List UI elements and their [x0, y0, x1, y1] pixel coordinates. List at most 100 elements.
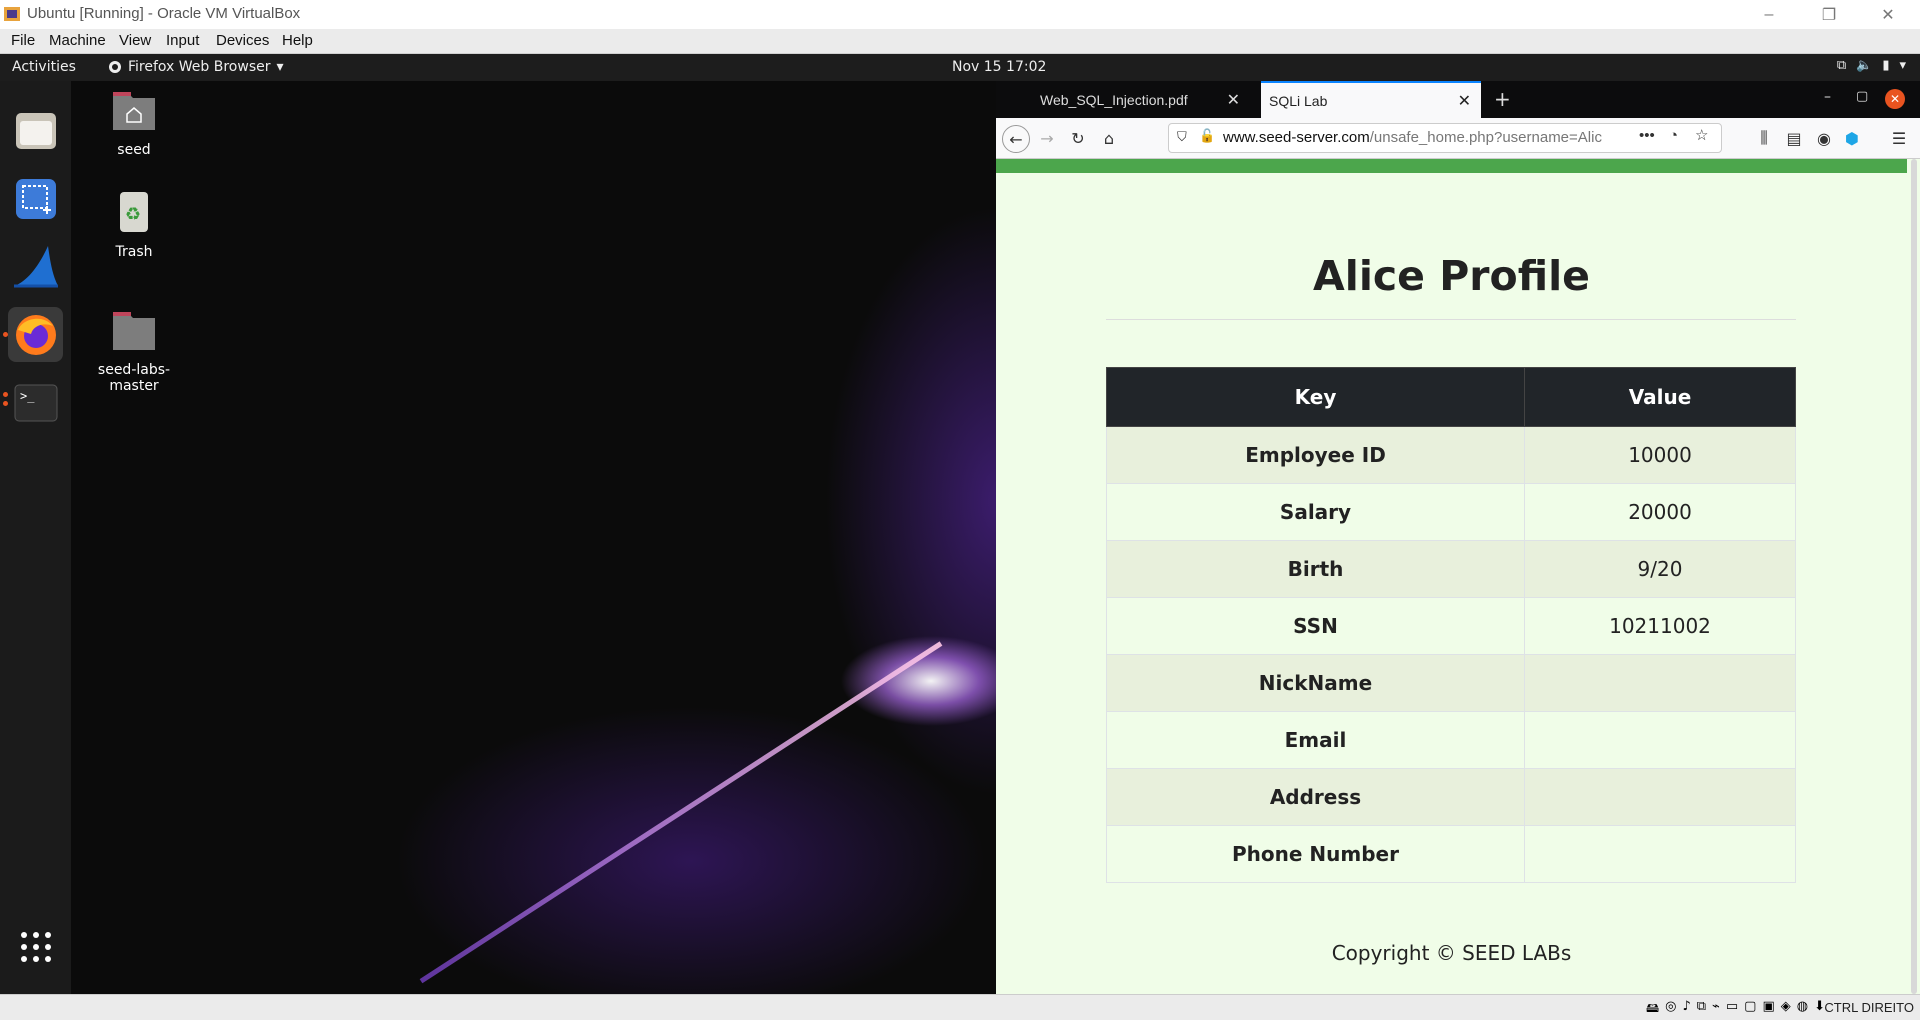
wallpaper-beam [419, 641, 943, 984]
desktop-icon-label: seed [117, 142, 151, 158]
dock-terminal[interactable]: >_ [8, 375, 63, 430]
row-value [1524, 711, 1796, 769]
reload-button[interactable]: ↻ [1065, 125, 1091, 151]
insecure-lock-icon[interactable]: 🔓 [1199, 128, 1215, 144]
home-button[interactable]: ⌂ [1096, 125, 1122, 151]
tab-sqli-lab[interactable]: SQLi Lab ✕ [1261, 81, 1481, 118]
desktop-icon-seed-labs-master[interactable]: seed-labs- master [89, 292, 179, 410]
menu-machine[interactable]: Machine [49, 32, 106, 49]
network-icon: ⧉ [1836, 58, 1847, 73]
page-actions-icon[interactable]: ••• [1639, 127, 1655, 144]
new-tab-button[interactable]: + [1494, 87, 1511, 111]
desktop-icon-seed[interactable]: seed [89, 88, 179, 158]
row-value [1524, 654, 1796, 712]
running-indicator [3, 392, 8, 397]
row-key: Birth [1106, 540, 1525, 598]
table-row: NickName [1106, 654, 1796, 712]
row-key: Email [1106, 711, 1525, 769]
window-close-button[interactable]: ✕ [1885, 89, 1905, 109]
table-row: Employee ID 10000 [1106, 426, 1796, 484]
table-row: Phone Number [1106, 825, 1796, 883]
extension-icon[interactable]: ⬢ [1839, 125, 1865, 151]
library-icon[interactable]: ⫼ [1751, 125, 1777, 151]
row-key: Phone Number [1106, 825, 1525, 883]
menu-help[interactable]: Help [282, 32, 313, 49]
folder-icon [113, 312, 155, 350]
mouse-integration-icon[interactable]: ⬇ [1814, 999, 1825, 1020]
desktop-icon-label: seed-labs- master [97, 362, 171, 394]
desktop-icon-trash[interactable]: ♻ Trash [89, 190, 179, 260]
window-maximize-button[interactable]: ▢ [1856, 89, 1868, 104]
menu-file[interactable]: File [11, 32, 35, 49]
optical-drive-icon[interactable]: ◎ [1665, 999, 1676, 1020]
running-indicator [3, 332, 8, 337]
desktop-icon-label: Trash [115, 244, 153, 260]
table-row: Salary 20000 [1106, 483, 1796, 541]
close-button[interactable]: ✕ [1864, 0, 1912, 29]
firefox-window: Web_SQL_Injection.pdf ✕ SQLi Lab ✕ + – ▢… [996, 81, 1920, 994]
close-icon[interactable]: ✕ [1458, 91, 1471, 111]
vbox-titlebar: Ubuntu [Running] - Oracle VM VirtualBox … [0, 0, 1920, 29]
menu-view[interactable]: View [119, 32, 151, 49]
activities-button[interactable]: Activities [12, 59, 76, 75]
menu-input[interactable]: Input [166, 32, 199, 49]
profile-table: Key Value Employee ID 10000 Salary 20000 B… [1106, 367, 1796, 883]
shared-folders-icon[interactable]: ▭ [1726, 999, 1738, 1020]
scrollbar[interactable] [1911, 159, 1917, 994]
url-path: /unsafe_home.php?username=Alic [1369, 129, 1602, 146]
minimize-button[interactable]: – [1745, 0, 1793, 29]
pocket-icon[interactable]: ◔ [1669, 127, 1678, 144]
audio-icon[interactable]: ♪ [1682, 999, 1690, 1020]
sidebar-icon[interactable]: ▤ [1781, 125, 1807, 151]
system-status-area[interactable]: ⧉ 🔈 ▮ ▾ [1837, 58, 1906, 73]
forward-button[interactable]: → [1034, 125, 1060, 151]
table-row: Birth 9/20 [1106, 540, 1796, 598]
dock-files[interactable] [8, 103, 63, 158]
table-row: Email [1106, 711, 1796, 769]
row-value [1524, 825, 1796, 883]
window-minimize-button[interactable]: – [1824, 89, 1831, 105]
volume-icon: 🔈 [1856, 58, 1873, 73]
close-icon[interactable]: ✕ [1227, 90, 1240, 110]
account-icon[interactable]: ◉ [1811, 125, 1837, 151]
bookmark-star-icon[interactable]: ☆ [1695, 126, 1708, 144]
row-key: NickName [1106, 654, 1525, 712]
row-value: 10211002 [1524, 597, 1796, 655]
url-bar[interactable]: ⛉ 🔓 www.seed-server.com/unsafe_home.php?… [1168, 123, 1722, 153]
back-button[interactable]: ← [1002, 125, 1030, 153]
hard-disk-icon[interactable]: 🖴 [1646, 999, 1659, 1020]
app-menu[interactable]: Firefox Web Browser ▾ [108, 59, 284, 75]
table-row: SSN 10211002 [1106, 597, 1796, 655]
clock[interactable]: Nov 15 17:02 [952, 59, 1046, 75]
display-icon[interactable]: ▢ [1744, 999, 1756, 1020]
menu-devices[interactable]: Devices [216, 32, 269, 49]
row-key: SSN [1106, 597, 1525, 655]
battery-icon: ▮ [1882, 58, 1890, 73]
row-value [1524, 768, 1796, 826]
cpu-icon[interactable]: ◈ [1781, 999, 1791, 1020]
dock-show-apps[interactable] [8, 919, 63, 974]
virtualbox-icon [4, 7, 20, 21]
vbox-statusbar: 🖴 ◎ ♪ ⧉ ⌁ ▭ ▢ ▣ ◈ ◍ ⬇ CTRL DIREITO [0, 994, 1920, 1020]
dock-wireshark[interactable] [8, 239, 63, 294]
table-header-row: Key Value [1106, 367, 1796, 427]
dock-screenshot[interactable] [8, 171, 63, 226]
guest-screen: Activities Firefox Web Browser ▾ Nov 15 … [0, 54, 1920, 994]
tab-web-sql-injection-pdf[interactable]: Web_SQL_Injection.pdf ✕ [1034, 81, 1250, 118]
guest-additions-icon[interactable]: ◍ [1797, 999, 1808, 1020]
menu-icon[interactable]: ☰ [1886, 125, 1912, 151]
row-value: 10000 [1524, 426, 1796, 484]
navbar-green-strip [996, 159, 1907, 173]
files-icon [15, 112, 56, 149]
row-key: Address [1106, 768, 1525, 826]
network-adapter-icon[interactable]: ⧉ [1697, 999, 1706, 1020]
screenshot-icon [15, 178, 56, 219]
restore-button[interactable]: ❐ [1805, 0, 1853, 29]
running-indicator [3, 401, 8, 406]
dock-firefox[interactable] [8, 307, 63, 362]
recording-icon[interactable]: ▣ [1762, 999, 1774, 1020]
shield-icon[interactable]: ⛉ [1177, 129, 1187, 145]
usb-icon[interactable]: ⌁ [1712, 999, 1720, 1020]
app-menu-label: Firefox Web Browser [128, 59, 271, 75]
header-key: Key [1106, 367, 1525, 427]
